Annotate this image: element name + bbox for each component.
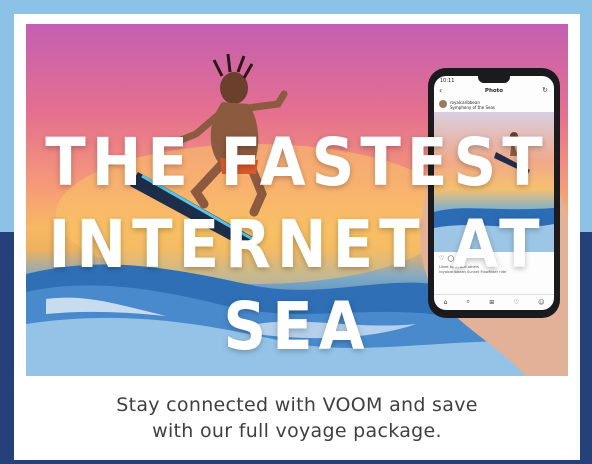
status-time: 10:11 [440,78,455,84]
headline-line-1: THE FASTEST [45,124,549,201]
promo-caption-line-2: with our full voyage package. [152,420,442,442]
ad-card: 10:11 ‹ Photo ↻ royalcaribbean Symphony … [14,14,580,460]
promo-caption: Stay connected with VOOM and save with o… [14,392,580,444]
location-text: Symphony of the Seas [450,105,495,110]
post-screen-title: Photo [484,88,504,94]
headline-line-2: INTERNET AT SEA [48,206,546,365]
promo-caption-line-1: Stay connected with VOOM and save [116,394,478,416]
avatar [439,100,447,108]
headline: THE FASTEST INTERNET AT SEA [26,122,568,368]
post-username: royalcaribbean Symphony of the Seas [450,100,495,110]
surfer-photo: 10:11 ‹ Photo ↻ royalcaribbean Symphony … [26,24,568,376]
phone-notch [478,76,510,83]
refresh-icon: ↻ [542,86,548,94]
